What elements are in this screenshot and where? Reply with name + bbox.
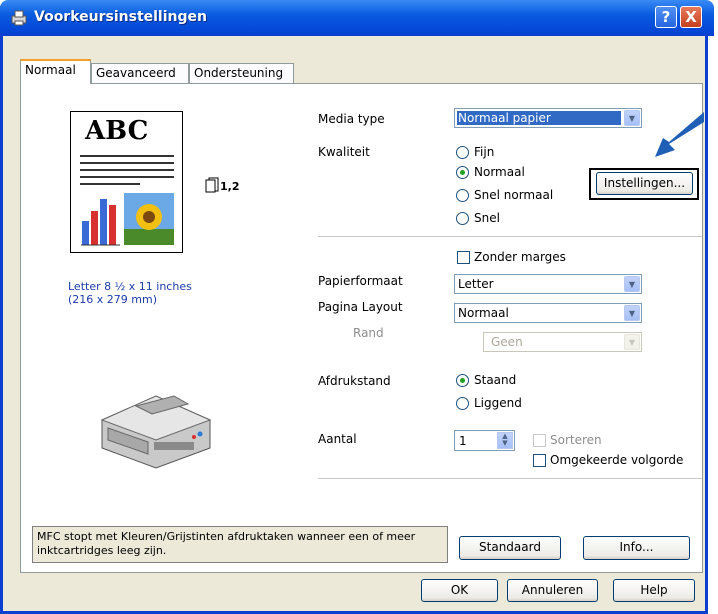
- ok-button[interactable]: OK: [421, 579, 498, 602]
- quality-radio-fijn[interactable]: [456, 146, 469, 159]
- cancel-button[interactable]: Annuleren: [507, 579, 598, 602]
- quality-option-label: Snel normaal: [474, 188, 554, 202]
- info-button[interactable]: Info...: [583, 536, 690, 560]
- copies-label: Aantal: [318, 432, 357, 446]
- borderless-checkbox[interactable]: [457, 251, 470, 264]
- page-layout-value: Normaal: [458, 306, 509, 320]
- quality-option-label: Normaal: [474, 165, 525, 179]
- reverse-order-label: Omgekeerde volgorde: [550, 453, 684, 467]
- preview-line: [80, 155, 174, 157]
- quality-label: Kwaliteit: [318, 145, 370, 159]
- orientation-option-label: Staand: [474, 373, 517, 387]
- quality-radio-snel[interactable]: [456, 212, 469, 225]
- border-select[interactable]: Geen ▼: [483, 332, 642, 352]
- divider: [318, 478, 702, 479]
- borderless-label: Zonder marges: [474, 250, 566, 264]
- title-bar[interactable]: Voorkeursinstellingen ? X: [0, 0, 714, 36]
- paper-size-label: Papierformaat: [318, 274, 403, 288]
- status-message: MFC stopt met Kleuren/Grijstinten afdruk…: [32, 526, 448, 563]
- orientation-option-label: Liggend: [474, 396, 522, 410]
- collate-checkbox[interactable]: [533, 434, 546, 447]
- default-button[interactable]: Standaard: [459, 536, 561, 560]
- divider: [318, 236, 702, 237]
- copies-icon: [205, 177, 219, 193]
- spinner-icon[interactable]: ▲ ▼: [497, 432, 513, 449]
- quality-radio-snel-normaal[interactable]: [456, 189, 469, 202]
- dialog-window: Voorkeursinstellingen ? X Normaal Geavan…: [0, 0, 714, 614]
- chevron-down-icon: ▼: [624, 305, 640, 321]
- tab-normaal[interactable]: Normaal: [20, 59, 91, 84]
- quality-option-label: Fijn: [474, 145, 495, 159]
- paper-size-line1: Letter 8 ½ x 11 inches: [68, 280, 192, 293]
- close-button[interactable]: X: [680, 6, 702, 28]
- reverse-order-checkbox[interactable]: [533, 454, 546, 467]
- orientation-radio-landscape[interactable]: [456, 397, 469, 410]
- paper-size-line2: (216 x 279 mm): [68, 293, 158, 306]
- page-layout-label: Pagina Layout: [318, 300, 403, 314]
- preview-image: [81, 193, 174, 246]
- orientation-radio-portrait[interactable]: [456, 374, 469, 387]
- tab-ondersteuning[interactable]: Ondersteuning: [189, 63, 294, 83]
- chevron-down-icon: ▼: [624, 110, 640, 126]
- copies-value: 1: [459, 434, 467, 448]
- chevron-down-icon: ▼: [624, 334, 640, 350]
- quality-option-label: Snel: [474, 211, 500, 225]
- preview-line: [80, 176, 174, 178]
- printer-icon: [11, 10, 27, 26]
- help-bottom-button[interactable]: Help: [613, 579, 695, 602]
- preview-text: ABC: [85, 116, 149, 146]
- preview-line: [80, 162, 174, 164]
- border-value: Geen: [491, 335, 523, 349]
- printer-image: [100, 395, 212, 469]
- paper-size-select[interactable]: Letter ▼: [454, 274, 642, 294]
- copies-stepper[interactable]: 1 ▲ ▼: [454, 430, 515, 451]
- collate-label: Sorteren: [550, 433, 602, 447]
- help-button[interactable]: ?: [655, 6, 677, 28]
- preview-line: [80, 169, 174, 171]
- border-label: Rand: [353, 326, 384, 340]
- settings-button[interactable]: Instellingen...: [596, 172, 693, 195]
- pointer-arrow-icon: [655, 112, 704, 157]
- copies-indicator: 1,2: [220, 180, 240, 193]
- media-type-value: Normaal papier: [457, 111, 621, 125]
- quality-radio-normaal[interactable]: [456, 166, 469, 179]
- tab-panel: ABC 1,2 Letter 8 ½ x 11 inches (216 x 27…: [20, 83, 704, 573]
- window-title: Voorkeursinstellingen: [34, 9, 207, 25]
- paper-size-info: Letter 8 ½ x 11 inches (216 x 279 mm): [68, 280, 192, 306]
- preview-line: [80, 183, 140, 185]
- orientation-label: Afdrukstand: [318, 374, 391, 388]
- tab-geavanceerd[interactable]: Geavanceerd: [91, 63, 189, 83]
- paper-size-value: Letter: [458, 277, 494, 291]
- page-layout-select[interactable]: Normaal ▼: [454, 303, 642, 323]
- media-type-label: Media type: [318, 112, 385, 126]
- chevron-down-icon: ▼: [624, 276, 640, 292]
- media-type-select[interactable]: Normaal papier ▼: [454, 108, 642, 128]
- page-preview: ABC: [70, 111, 183, 253]
